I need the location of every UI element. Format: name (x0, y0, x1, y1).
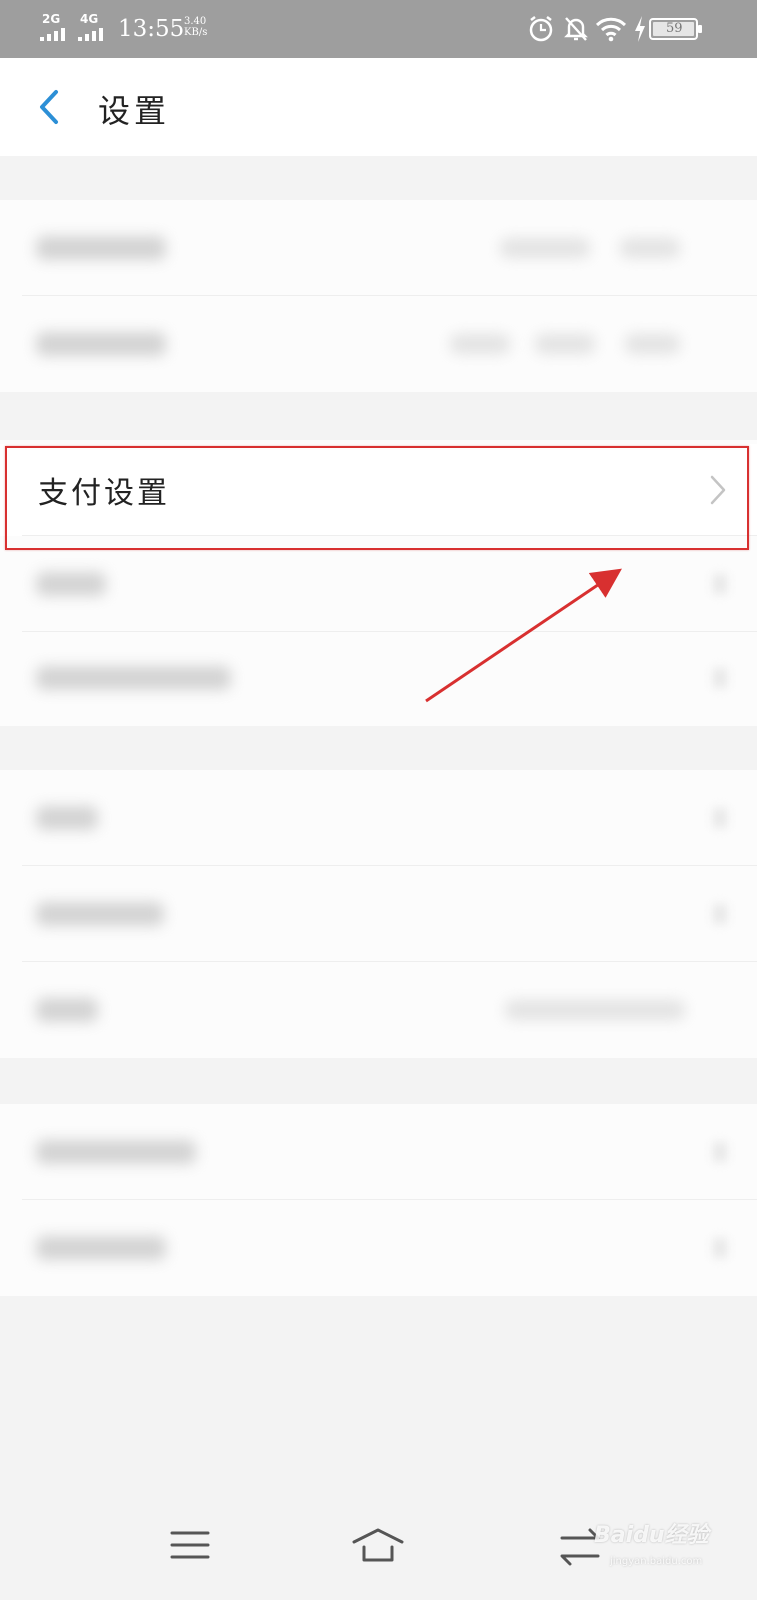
menu-icon[interactable] (160, 1520, 220, 1570)
watermark-url: jingyan.baidu.com (610, 1556, 703, 1567)
page-title: 设置 (98, 92, 171, 130)
battery-level: 59 (666, 21, 683, 36)
list-item[interactable] (0, 866, 757, 962)
network-type-label: 4G (80, 12, 99, 26)
settings-group (0, 1104, 757, 1296)
list-item[interactable] (0, 1104, 757, 1200)
network-speed-value: 3.40 (184, 16, 207, 27)
app-header: 设置 (0, 58, 757, 156)
network-type-label: 2G (42, 12, 61, 26)
wifi-icon (595, 14, 627, 48)
home-icon[interactable] (348, 1520, 408, 1570)
list-item[interactable] (0, 536, 757, 632)
silent-bell-icon (563, 14, 589, 48)
watermark-logo: Baidu经验 (594, 1523, 709, 1548)
status-bar: 2G 4G 13:55 3.40 KB/s 59 (0, 0, 757, 58)
list-item[interactable] (0, 770, 757, 866)
clock: 13:55 (118, 16, 185, 42)
list-item[interactable] (0, 200, 757, 296)
network-speed-unit: KB/s (184, 27, 208, 38)
highlight-box (5, 446, 749, 550)
chevron-left-icon[interactable] (36, 88, 62, 126)
list-item[interactable] (0, 962, 757, 1058)
settings-group (0, 770, 757, 1058)
battery-icon: 59 (649, 18, 703, 44)
alarm-icon (527, 14, 555, 48)
list-item[interactable] (0, 1200, 757, 1296)
list-item[interactable] (0, 296, 757, 392)
charging-icon (633, 14, 647, 48)
network-speed: 3.40 KB/s (184, 16, 207, 38)
list-item[interactable] (0, 630, 757, 726)
settings-group (0, 200, 757, 392)
